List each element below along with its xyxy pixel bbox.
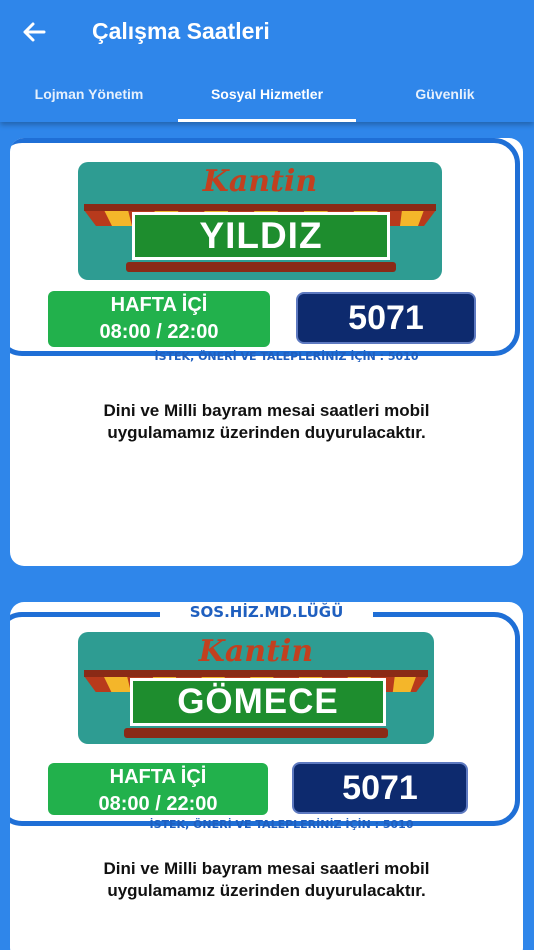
kantin-card-gomece: SOS.HİZ.MD.LÜĞÜ Kantin GÖMECE HAFTA İÇİ … [10, 602, 523, 950]
kantin-board: Kantin YILDIZ [78, 162, 442, 280]
page-title: Çalışma Saatleri [92, 18, 270, 44]
hafta-ici-label: HAFTA İÇİ [110, 294, 208, 316]
notice-line: Dini ve Milli bayram mesai saatleri mobi… [103, 859, 430, 878]
kantin-board: Kantin GÖMECE [78, 632, 434, 744]
kantin-name-sign: YILDIZ [132, 212, 390, 260]
app-bar: Çalışma Saatleri Lojman Yönetim Sosyal H… [0, 0, 534, 122]
holiday-notice: Dini ve Milli bayram mesai saatleri mobi… [10, 400, 523, 444]
kantin-table [124, 728, 388, 738]
notice-line: uygulamamız üzerinden duyurulacaktır. [107, 881, 426, 900]
kantin-script: Kantin [202, 164, 318, 199]
phone-number-badge[interactable]: 5071 [296, 292, 476, 344]
hours-range: 08:00 / 22:00 [99, 321, 219, 343]
hours-range: 08:00 / 22:00 [98, 793, 218, 815]
back-button[interactable] [18, 16, 50, 48]
request-line: İSTEK, ÖNERİ VE TALEPLERİNİZ İÇİN : 5010 [154, 350, 419, 363]
kantin-card-yildiz: Kantin YILDIZ HAFTA İÇİ 08:00 / 22:00 50… [10, 138, 523, 566]
tab-sosyal-hizmetler[interactable]: Sosyal Hizmetler [178, 66, 356, 122]
tab-guvenlik[interactable]: Güvenlik [356, 66, 534, 122]
tab-bar: Lojman Yönetim Sosyal Hizmetler Güvenlik [0, 66, 534, 122]
holiday-notice: Dini ve Milli bayram mesai saatleri mobi… [10, 858, 523, 902]
hafta-ici-label: HAFTA İÇİ [109, 766, 207, 788]
phone-number-badge[interactable]: 5071 [292, 762, 468, 814]
arrow-left-icon [23, 22, 46, 42]
notice-line: Dini ve Milli bayram mesai saatleri mobi… [103, 401, 430, 420]
tab-lojman-yonetim[interactable]: Lojman Yönetim [0, 66, 178, 122]
working-hours-badge: HAFTA İÇİ 08:00 / 22:00 [48, 291, 270, 347]
working-hours-badge: HAFTA İÇİ 08:00 / 22:00 [48, 763, 268, 815]
request-line: İSTEK, ÖNERİ VE TALEPLERİNİZ İÇİN : 5010 [149, 818, 414, 831]
kantin-name-sign: GÖMECE [130, 678, 386, 726]
department-label: SOS.HİZ.MD.LÜĞÜ [160, 603, 373, 621]
notice-line: uygulamamız üzerinden duyurulacaktır. [107, 423, 426, 442]
kantin-table [126, 262, 396, 272]
